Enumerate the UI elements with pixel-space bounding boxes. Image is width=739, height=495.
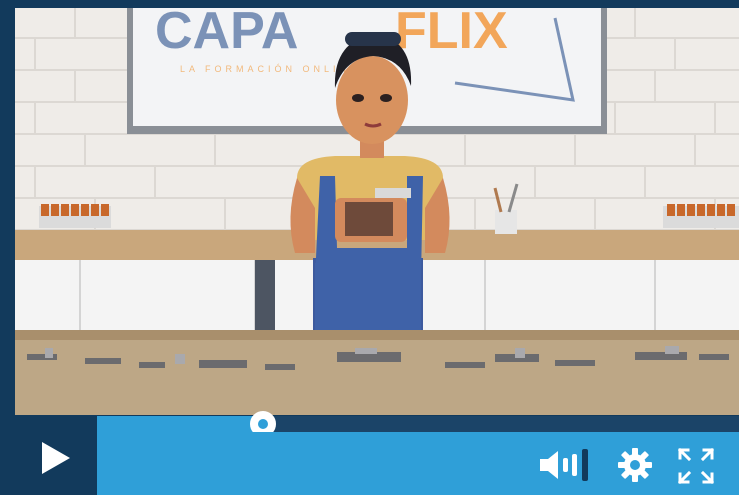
- fullscreen-icon[interactable]: [678, 448, 714, 484]
- sign-tagline: LA FORMACIÓN ONLINE: [180, 64, 360, 74]
- video-frame[interactable]: CAPA FLIX LA FORMACIÓN ONLINE: [15, 8, 739, 415]
- sign-text-right: FLIX: [395, 8, 508, 60]
- volume-icon[interactable]: [538, 448, 594, 482]
- progress-fill: [97, 416, 263, 432]
- gear-icon[interactable]: [618, 448, 652, 482]
- play-icon[interactable]: [40, 440, 72, 476]
- sign-text-left: CAPA: [155, 8, 298, 60]
- video-scene: CAPA FLIX LA FORMACIÓN ONLINE: [15, 8, 739, 415]
- video-player: CAPA FLIX LA FORMACIÓN ONLINE: [0, 0, 739, 495]
- progress-track[interactable]: [97, 416, 739, 432]
